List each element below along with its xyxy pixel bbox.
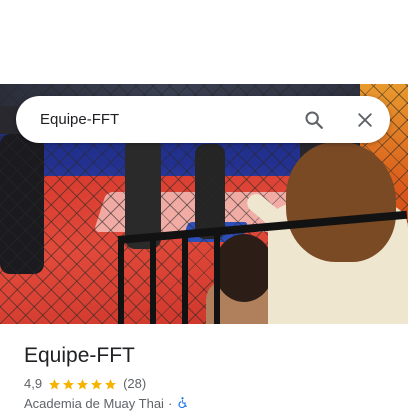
photo-railing (182, 232, 188, 324)
close-icon[interactable] (350, 105, 380, 135)
place-category: Academia de Muay Thai (24, 396, 164, 411)
rating-row[interactable]: 4,9 (28) (24, 376, 146, 392)
photo-railing (118, 236, 124, 324)
search-input[interactable]: Equipe-FFT (40, 96, 119, 143)
star-icon (91, 378, 102, 389)
map-header-area (0, 0, 408, 84)
photo-railing (214, 230, 220, 324)
star-icon (105, 378, 116, 389)
review-count[interactable]: (28) (123, 376, 146, 392)
photo-person (286, 142, 396, 262)
separator-dot: · (167, 396, 173, 411)
rating-value: 4,9 (24, 376, 43, 391)
place-title: Equipe-FFT (24, 344, 135, 367)
photo-railing (150, 234, 156, 324)
star-icon (49, 378, 60, 389)
search-icon[interactable] (299, 105, 329, 135)
star-icon (63, 378, 74, 389)
category-row: Academia de Muay Thai · (24, 396, 189, 412)
photo-person (214, 234, 274, 302)
wheelchair-accessible-icon (176, 396, 189, 413)
rating-stars (48, 378, 118, 391)
place-info-panel: Equipe-FFT 4,9 (28) Academia de Muay Tha… (0, 324, 408, 411)
star-icon (77, 378, 88, 389)
search-bar[interactable]: Equipe-FFT (16, 96, 390, 143)
